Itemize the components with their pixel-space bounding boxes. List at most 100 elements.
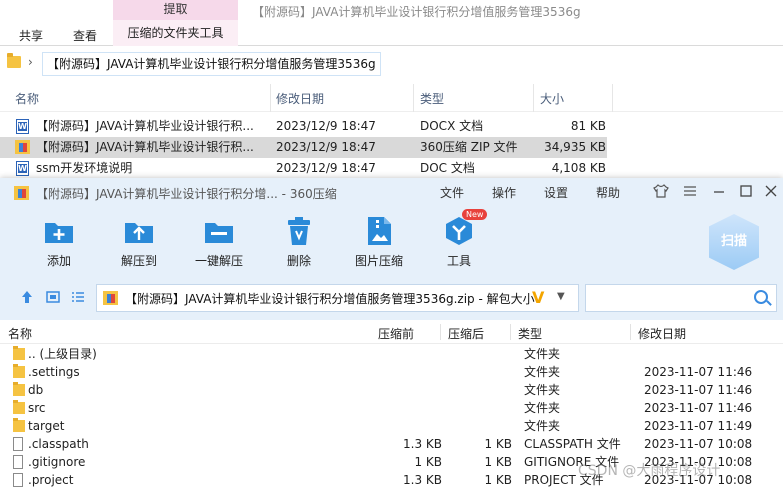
search-icon[interactable] bbox=[754, 290, 768, 304]
zip-cell-type: CLASSPATH 文件 bbox=[524, 437, 621, 451]
delete-icon bbox=[284, 216, 314, 246]
skin-icon[interactable] bbox=[652, 183, 670, 201]
zip-cell-modified: 2023-11-07 11:46 bbox=[644, 383, 753, 397]
folder-icon bbox=[13, 382, 25, 396]
zip-cell-name: db bbox=[28, 383, 44, 397]
zip-cell-type: 文件夹 bbox=[524, 347, 561, 361]
explorer-column-headers: 名称 修改日期 类型 大小 bbox=[0, 84, 783, 112]
extract-to-icon bbox=[124, 216, 154, 246]
zip-file-row[interactable]: .classpath 1.3 KB 1 KB CLASSPATH 文件 2023-11-… bbox=[0, 435, 783, 453]
zip-cell-modified: 2023-11-07 10:08 bbox=[644, 437, 753, 451]
thumbnail-view-icon[interactable] bbox=[45, 289, 61, 305]
file-row-selected[interactable]: 【附源码】JAVA计算机毕业设计银行积... 2023/12/9 18:47 3… bbox=[0, 137, 607, 158]
extract-to-button[interactable]: 解压到 bbox=[111, 216, 167, 272]
menu-help[interactable]: 帮助 bbox=[596, 184, 620, 201]
zip-cell-before: 1.3 KB bbox=[403, 437, 442, 451]
zip-column-after[interactable]: 压缩后 bbox=[448, 325, 484, 342]
tab-view[interactable]: 查看 bbox=[73, 27, 97, 44]
one-click-extract-icon bbox=[204, 216, 234, 246]
column-size[interactable]: 大小 bbox=[540, 90, 564, 107]
zip-folder-row[interactable]: target 文件夹 2023-11-07 11:49 bbox=[0, 417, 783, 435]
zip-column-before[interactable]: 压缩前 bbox=[378, 325, 414, 342]
explorer-window-title: 【附源码】JAVA计算机毕业设计银行积分增值服务管理3536g bbox=[252, 5, 581, 19]
zip-toolbar: 添加 解压到 一键解压 删除 图片压缩 工具 bbox=[0, 208, 783, 276]
zip-cell-modified: 2023-11-07 11:46 bbox=[644, 401, 753, 415]
zip-path-text: 【附源码】JAVA计算机毕业设计银行积分增值服务管理3536g.zip - 解包… bbox=[125, 292, 535, 306]
address-path[interactable]: 【附源码】JAVA计算机毕业设计银行积分增值服务管理3536g bbox=[42, 52, 381, 76]
file-row[interactable]: ssm开发环境说明 2023/12/9 18:47 DOC 文档 4,108 K… bbox=[0, 158, 783, 179]
zip-window-title: 【附源码】JAVA计算机毕业设计银行积分增... - 360压缩 bbox=[36, 187, 337, 201]
checkmark-v-icon: V bbox=[532, 288, 545, 307]
explorer-ribbon: 提取 压缩的文件夹工具 共享 查看 【附源码】JAVA计算机毕业设计银行积分增值… bbox=[0, 0, 783, 46]
zip-title-bar[interactable]: 【附源码】JAVA计算机毕业设计银行积分增... - 360压缩 文件 操作 设… bbox=[0, 178, 783, 208]
zip-icon bbox=[103, 291, 118, 305]
zip-app-icon bbox=[14, 186, 29, 200]
chevron-right-icon: › bbox=[28, 55, 33, 69]
zip-cell-name: .gitignore bbox=[28, 455, 86, 469]
menu-lines-icon[interactable] bbox=[681, 183, 699, 201]
zip-cell-type: 文件夹 bbox=[524, 419, 561, 433]
list-view-icon[interactable] bbox=[70, 289, 86, 305]
zip-path-field[interactable]: 【附源码】JAVA计算机毕业设计银行积分增值服务管理3536g.zip - 解包… bbox=[96, 284, 579, 312]
word-doc-icon bbox=[16, 161, 29, 176]
menu-file[interactable]: 文件 bbox=[440, 184, 464, 201]
zip-folder-row[interactable]: .settings 文件夹 2023-11-07 11:46 bbox=[0, 363, 783, 381]
add-icon bbox=[44, 216, 74, 246]
new-badge: New bbox=[462, 209, 488, 220]
column-modified[interactable]: 修改日期 bbox=[276, 90, 324, 107]
zip-cell-after: 1 KB bbox=[484, 473, 512, 487]
zip-cell-name: src bbox=[28, 401, 46, 415]
zip-window: 【附源码】JAVA计算机毕业设计银行积分增... - 360压缩 文件 操作 设… bbox=[0, 178, 783, 492]
zip-cell-before: 1 KB bbox=[414, 455, 442, 469]
context-tab-header: 提取 bbox=[113, 0, 238, 20]
zip-icon bbox=[15, 140, 30, 154]
folder-icon bbox=[13, 364, 25, 378]
folder-icon bbox=[13, 418, 25, 432]
zip-cell-name: .classpath bbox=[28, 437, 89, 451]
zip-cell-type: 文件夹 bbox=[524, 365, 561, 379]
zip-column-name[interactable]: 名称 bbox=[8, 325, 32, 342]
tools-icon bbox=[444, 216, 474, 246]
zip-cell-modified: 2023-11-07 11:49 bbox=[644, 419, 753, 433]
explorer-address-bar[interactable]: › 【附源码】JAVA计算机毕业设计银行积分增值服务管理3536g bbox=[0, 52, 783, 76]
word-doc-icon bbox=[16, 119, 29, 134]
one-click-extract-button[interactable]: 一键解压 bbox=[191, 216, 247, 272]
tab-compressed-folder-tools[interactable]: 压缩的文件夹工具 bbox=[113, 20, 238, 46]
file-row[interactable]: 【附源码】JAVA计算机毕业设计银行积... 2023/12/9 18:47 D… bbox=[0, 116, 783, 137]
zip-folder-row[interactable]: db 文件夹 2023-11-07 11:46 bbox=[0, 381, 783, 399]
menu-operation[interactable]: 操作 bbox=[492, 184, 516, 201]
zip-cell-before: 1.3 KB bbox=[403, 473, 442, 487]
column-name[interactable]: 名称 bbox=[15, 90, 39, 107]
up-arrow-icon[interactable] bbox=[19, 289, 35, 305]
tools-button[interactable]: 工具 bbox=[431, 216, 487, 272]
zip-folder-row[interactable]: src 文件夹 2023-11-07 11:46 bbox=[0, 399, 783, 417]
file-icon bbox=[13, 437, 23, 451]
dropdown-triangle-icon[interactable]: ▼ bbox=[557, 291, 565, 302]
zip-cell-type: 文件夹 bbox=[524, 401, 561, 415]
zip-cell-name: .settings bbox=[28, 365, 80, 379]
zip-column-headers: 名称 压缩前 压缩后 类型 修改日期 bbox=[0, 320, 783, 344]
add-button[interactable]: 添加 bbox=[31, 216, 87, 272]
delete-button[interactable]: 删除 bbox=[271, 216, 327, 272]
maximize-icon[interactable] bbox=[737, 183, 755, 201]
minimize-icon[interactable] bbox=[710, 183, 728, 201]
image-compress-icon bbox=[364, 216, 394, 246]
close-icon[interactable] bbox=[762, 183, 780, 201]
zip-cell-name: .. (上级目录) bbox=[28, 347, 97, 361]
zip-column-modified[interactable]: 修改日期 bbox=[638, 325, 686, 342]
column-type[interactable]: 类型 bbox=[420, 90, 444, 107]
zip-folder-row[interactable]: .. (上级目录) 文件夹 bbox=[0, 345, 783, 363]
menu-settings[interactable]: 设置 bbox=[544, 184, 568, 201]
folder-icon bbox=[13, 346, 25, 360]
zip-cell-type: 文件夹 bbox=[524, 383, 561, 397]
folder-icon bbox=[13, 400, 25, 414]
zip-cell-after: 1 KB bbox=[484, 437, 512, 451]
tab-share[interactable]: 共享 bbox=[19, 27, 43, 44]
zip-search-input[interactable] bbox=[585, 284, 777, 312]
zip-cell-name: .project bbox=[28, 473, 74, 487]
image-compress-button[interactable]: 图片压缩 bbox=[351, 216, 407, 272]
csdn-watermark: CSDN @大雨程序设计 bbox=[578, 463, 721, 479]
file-icon bbox=[13, 455, 23, 469]
zip-column-type[interactable]: 类型 bbox=[518, 325, 542, 342]
zip-cell-modified: 2023-11-07 11:46 bbox=[644, 365, 753, 379]
